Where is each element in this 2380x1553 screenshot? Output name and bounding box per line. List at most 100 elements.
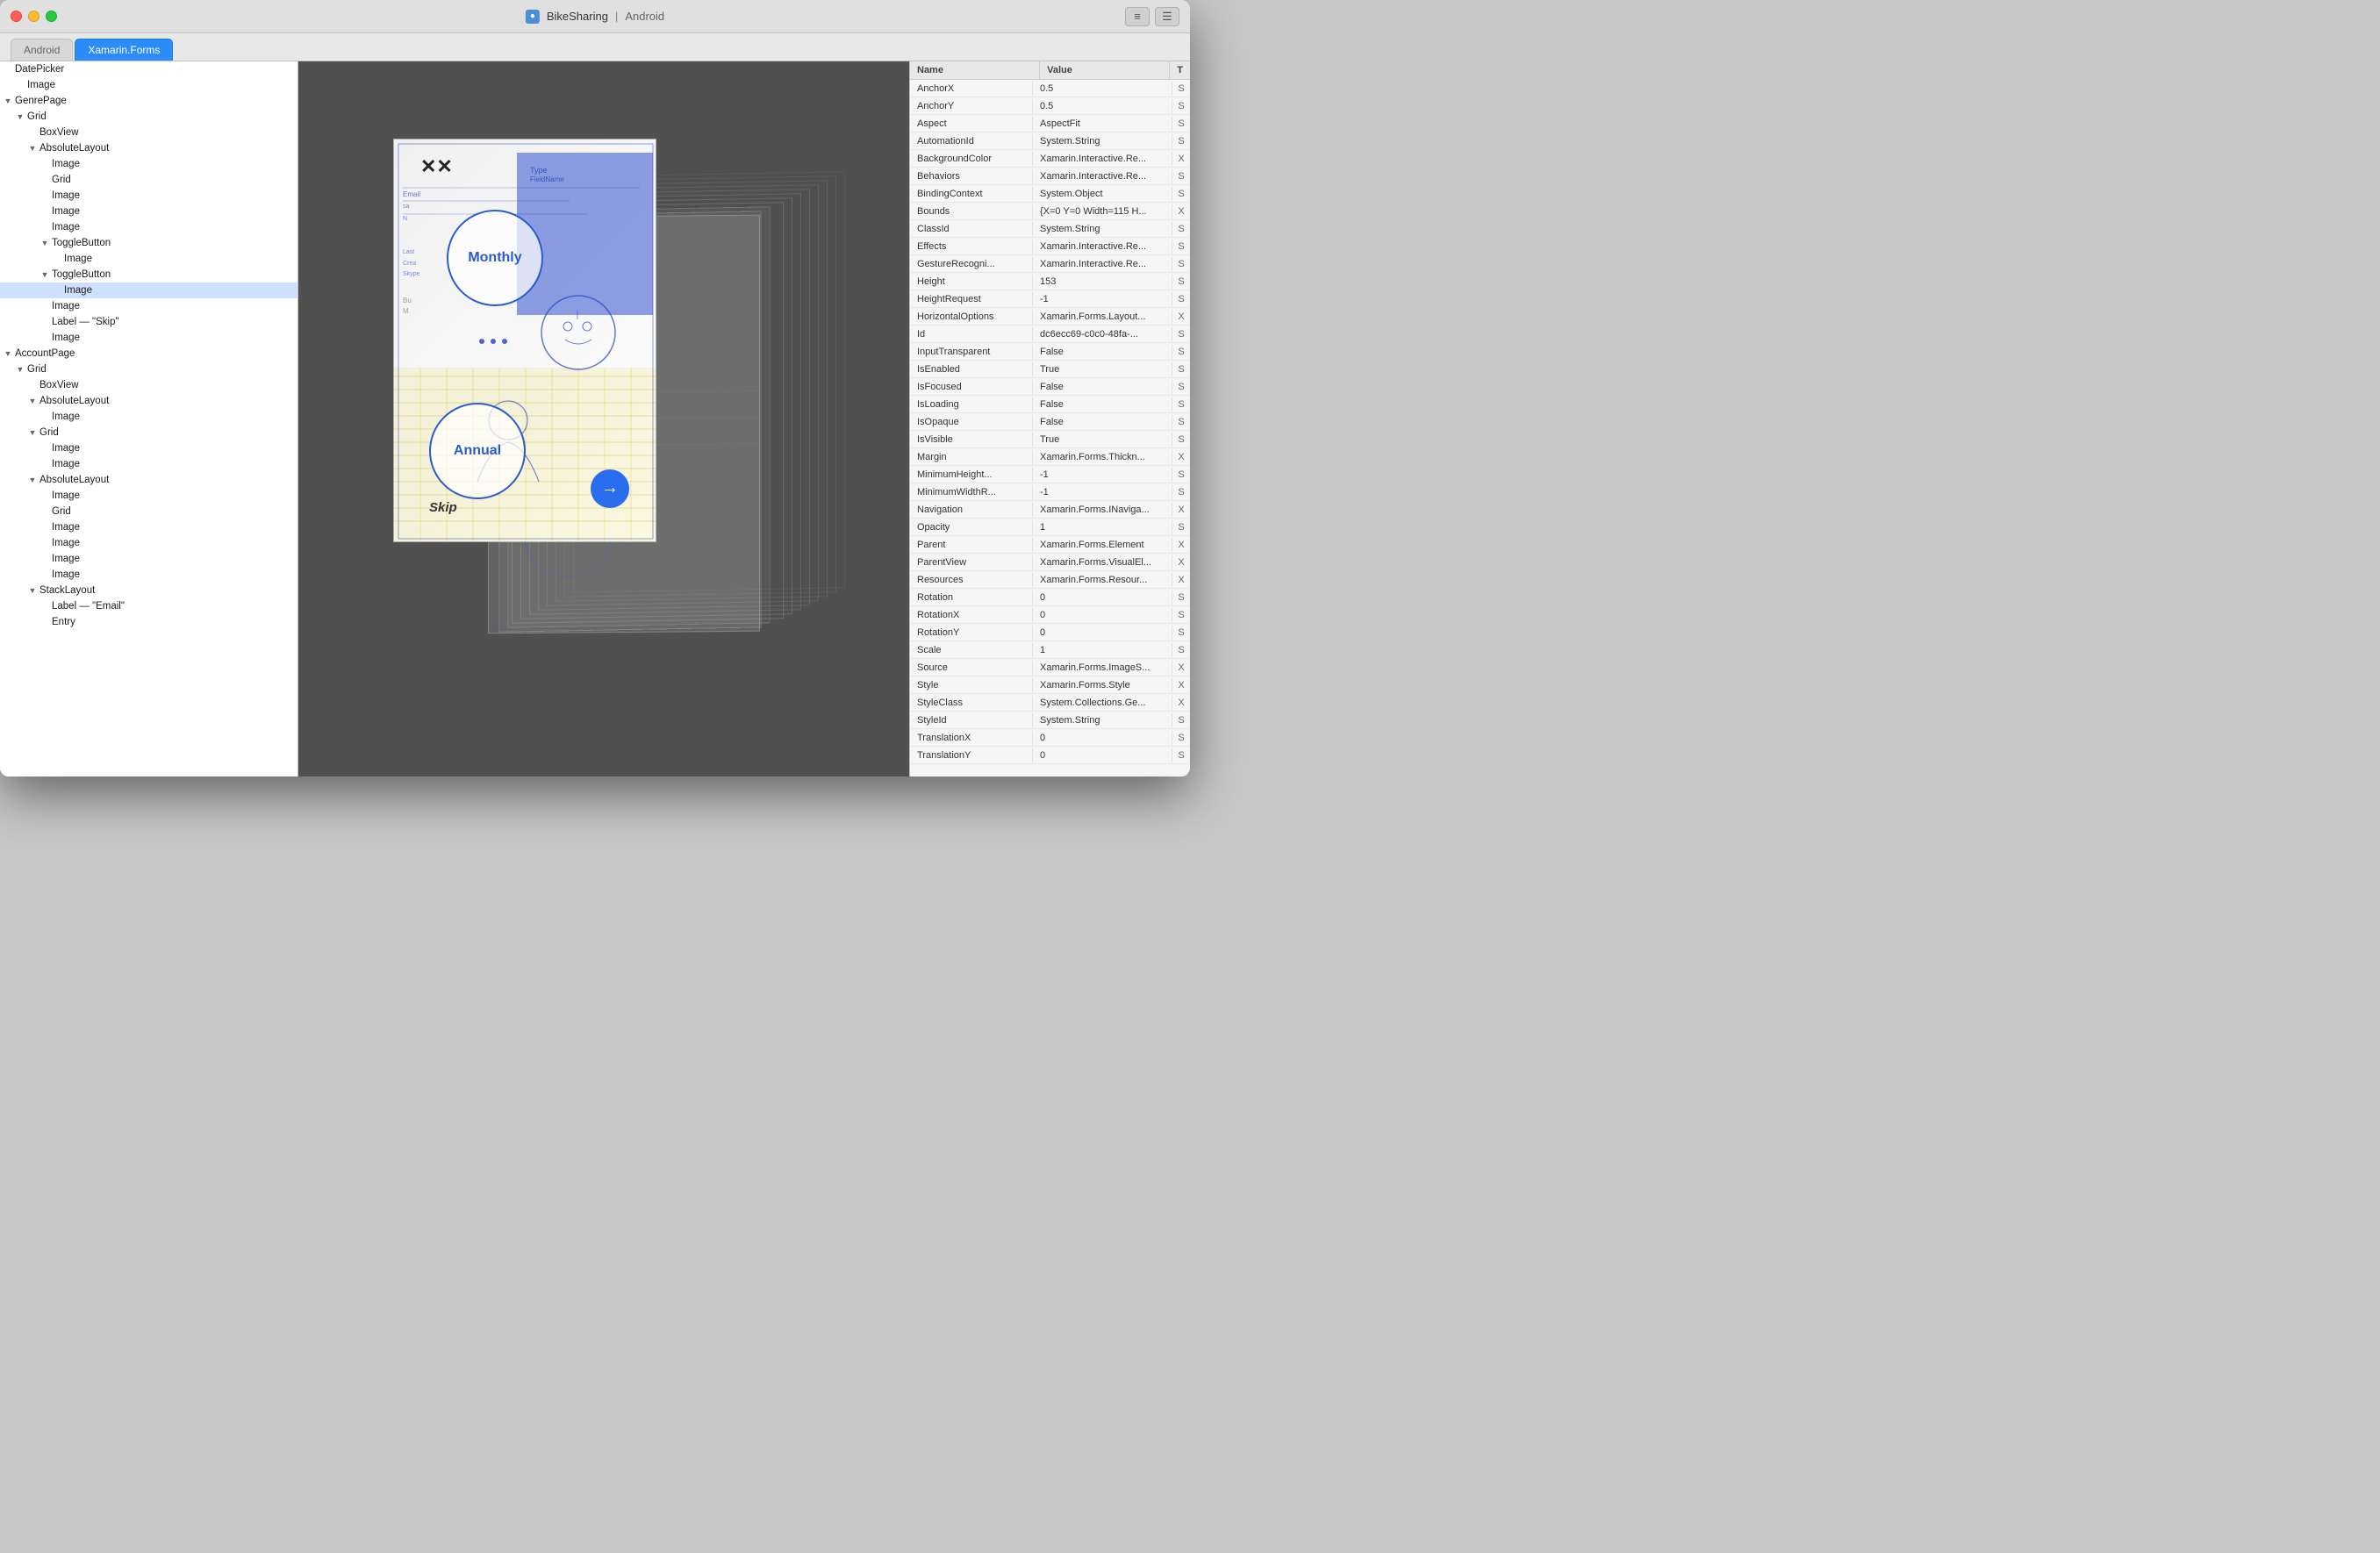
close-button[interactable]	[11, 11, 22, 22]
property-row[interactable]: MinimumWidthR... -1 S	[910, 483, 1190, 501]
property-row[interactable]: Rotation 0 S	[910, 589, 1190, 606]
property-row[interactable]: IsLoading False S	[910, 396, 1190, 413]
tree-row[interactable]: Image	[0, 440, 298, 456]
tree-row[interactable]: ▼Grid	[0, 109, 298, 125]
tree-row[interactable]: Image	[0, 204, 298, 219]
property-row[interactable]: RotationY 0 S	[910, 624, 1190, 641]
property-row[interactable]: AnchorX 0.5 S	[910, 80, 1190, 97]
property-row[interactable]: Bounds {X=0 Y=0 Width=115 H... X	[910, 203, 1190, 220]
property-row[interactable]: StyleId System.String S	[910, 712, 1190, 729]
tab-android[interactable]: Android	[11, 39, 73, 61]
tree-row[interactable]: ▼GenrePage	[0, 93, 298, 109]
tree-row[interactable]: Image	[0, 77, 298, 93]
property-row[interactable]: IsOpaque False S	[910, 413, 1190, 431]
tree-row[interactable]: ▼AbsoluteLayout	[0, 472, 298, 488]
tree-row[interactable]: Entry	[0, 614, 298, 630]
tree-label: Image	[52, 490, 80, 501]
tree-row[interactable]: Grid	[0, 504, 298, 519]
tree-row[interactable]: ▼ToggleButton	[0, 235, 298, 251]
prop-value: Xamarin.Forms.Thickn...	[1033, 450, 1172, 464]
next-arrow-button[interactable]: →	[591, 469, 629, 508]
property-row[interactable]: AutomationId System.String S	[910, 132, 1190, 150]
property-row[interactable]: IsEnabled True S	[910, 361, 1190, 378]
maximize-button[interactable]	[46, 11, 57, 22]
property-row[interactable]: AnchorY 0.5 S	[910, 97, 1190, 115]
tree-row[interactable]: Image	[0, 188, 298, 204]
tree-row[interactable]: Grid	[0, 172, 298, 188]
tab-xamarin[interactable]: Xamarin.Forms	[75, 39, 173, 61]
tree-row[interactable]: Image	[0, 409, 298, 425]
property-row[interactable]: IsFocused False S	[910, 378, 1190, 396]
tree-label: Image	[52, 301, 80, 311]
property-row[interactable]: HeightRequest -1 S	[910, 290, 1190, 308]
property-row[interactable]: Resources Xamarin.Forms.Resour... X	[910, 571, 1190, 589]
tree-row[interactable]: Label — "Skip"	[0, 314, 298, 330]
property-row[interactable]: RotationX 0 S	[910, 606, 1190, 624]
tree-row[interactable]: Image	[0, 488, 298, 504]
property-row[interactable]: InputTransparent False S	[910, 343, 1190, 361]
property-row[interactable]: HorizontalOptions Xamarin.Forms.Layout..…	[910, 308, 1190, 326]
prop-name: GestureRecogni...	[910, 257, 1033, 271]
tree-row[interactable]: Label — "Email"	[0, 598, 298, 614]
tree-row[interactable]: Image	[0, 535, 298, 551]
tree-row[interactable]: ▼Grid	[0, 361, 298, 377]
property-row[interactable]: GestureRecogni... Xamarin.Interactive.Re…	[910, 255, 1190, 273]
property-row[interactable]: Source Xamarin.Forms.ImageS... X	[910, 659, 1190, 676]
tree-row[interactable]: ▼AbsoluteLayout	[0, 393, 298, 409]
property-row[interactable]: Style Xamarin.Forms.Style X	[910, 676, 1190, 694]
tree-row[interactable]: ▼StackLayout	[0, 583, 298, 598]
tree-row[interactable]: ▼AbsoluteLayout	[0, 140, 298, 156]
property-row[interactable]: BackgroundColor Xamarin.Interactive.Re..…	[910, 150, 1190, 168]
tree-row[interactable]: BoxView	[0, 125, 298, 140]
tree-panel[interactable]: DatePickerImage▼GenrePage▼GridBoxView▼Ab…	[0, 61, 298, 776]
property-row[interactable]: Margin Xamarin.Forms.Thickn... X	[910, 448, 1190, 466]
tree-label: AbsoluteLayout	[39, 475, 109, 485]
property-row[interactable]: Navigation Xamarin.Forms.INaviga... X	[910, 501, 1190, 519]
tree-row[interactable]: DatePicker	[0, 61, 298, 77]
tree-row[interactable]: Image	[0, 519, 298, 535]
tree-row[interactable]: Image	[0, 283, 298, 298]
tree-row[interactable]: Image	[0, 298, 298, 314]
prop-value: 0	[1033, 590, 1172, 605]
tree-row[interactable]: ▼ToggleButton	[0, 267, 298, 283]
property-row[interactable]: Effects Xamarin.Interactive.Re... S	[910, 238, 1190, 255]
tree-row[interactable]: Image	[0, 156, 298, 172]
tree-row[interactable]: Image	[0, 330, 298, 346]
prop-type: S	[1172, 380, 1190, 394]
tree-row[interactable]: Image	[0, 551, 298, 567]
property-row[interactable]: ParentView Xamarin.Forms.VisualEl... X	[910, 554, 1190, 571]
tree-row[interactable]: Image	[0, 251, 298, 267]
property-row[interactable]: Parent Xamarin.Forms.Element X	[910, 536, 1190, 554]
property-row[interactable]: Opacity 1 S	[910, 519, 1190, 536]
property-row[interactable]: Scale 1 S	[910, 641, 1190, 659]
titlebar-subtitle: Android	[625, 10, 664, 23]
property-row[interactable]: StyleClass System.Collections.Ge... X	[910, 694, 1190, 712]
prop-name: Source	[910, 661, 1033, 675]
tree-row[interactable]: BoxView	[0, 377, 298, 393]
property-row[interactable]: TranslationX 0 S	[910, 729, 1190, 747]
svg-text:M: M	[403, 307, 409, 315]
minimize-button[interactable]	[28, 11, 39, 22]
tree-row[interactable]: Image	[0, 219, 298, 235]
property-row[interactable]: TranslationY 0 S	[910, 747, 1190, 764]
prop-value: Xamarin.Forms.Layout...	[1033, 310, 1172, 324]
property-row[interactable]: MinimumHeight... -1 S	[910, 466, 1190, 483]
property-row[interactable]: IsVisible True S	[910, 431, 1190, 448]
tree-row[interactable]: ▼Grid	[0, 425, 298, 440]
property-row[interactable]: Height 153 S	[910, 273, 1190, 290]
prop-value: 0	[1033, 626, 1172, 640]
tree-row[interactable]: Image	[0, 456, 298, 472]
prop-type: S	[1172, 292, 1190, 306]
property-row[interactable]: Id dc6ecc69-c0c0-48fa-... S	[910, 326, 1190, 343]
list-view-btn[interactable]: ≡	[1125, 7, 1150, 26]
property-row[interactable]: Behaviors Xamarin.Interactive.Re... S	[910, 168, 1190, 185]
prop-type: S	[1172, 134, 1190, 148]
tree-row[interactable]: Image	[0, 567, 298, 583]
panel-view-btn[interactable]: ☰	[1155, 7, 1179, 26]
property-row[interactable]: Aspect AspectFit S	[910, 115, 1190, 132]
tree-row[interactable]: ▼AccountPage	[0, 346, 298, 361]
property-row[interactable]: BindingContext System.Object S	[910, 185, 1190, 203]
prop-type: S	[1172, 275, 1190, 289]
property-row[interactable]: ClassId System.String S	[910, 220, 1190, 238]
tree-label: Grid	[52, 175, 71, 185]
